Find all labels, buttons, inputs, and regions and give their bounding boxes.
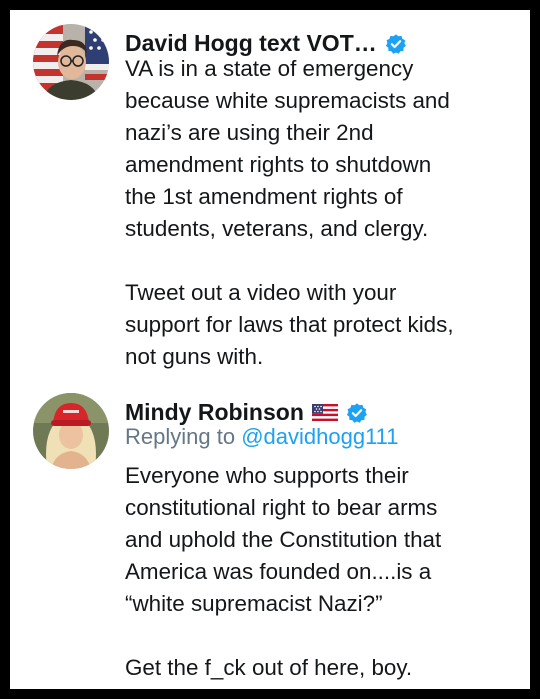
person-with-flag-avatar — [33, 24, 109, 100]
woman-red-hat-avatar — [33, 393, 109, 469]
reply-handle-link[interactable]: @davidhogg111 — [241, 424, 398, 449]
david-hogg-avatar[interactable] — [33, 24, 109, 100]
screenshot-frame: David Hogg text VOT… VA is in a state of… — [10, 10, 530, 689]
tweet-body: VA is in a state of emergency because wh… — [125, 56, 454, 369]
tweet-header: Mindy Robinson — [125, 399, 368, 426]
mindy-robinson-avatar[interactable] — [33, 393, 109, 469]
verified-badge-icon — [346, 402, 367, 423]
reply-context: Replying to @davidhogg111 — [125, 424, 399, 450]
us-flag-emoji — [311, 404, 338, 421]
display-name[interactable]: Mindy Robinson — [125, 399, 304, 426]
reply-prefix: Replying to — [125, 424, 236, 449]
verified-badge-icon — [385, 33, 406, 54]
tweet-body: Everyone who supports their constitution… — [125, 463, 442, 680]
